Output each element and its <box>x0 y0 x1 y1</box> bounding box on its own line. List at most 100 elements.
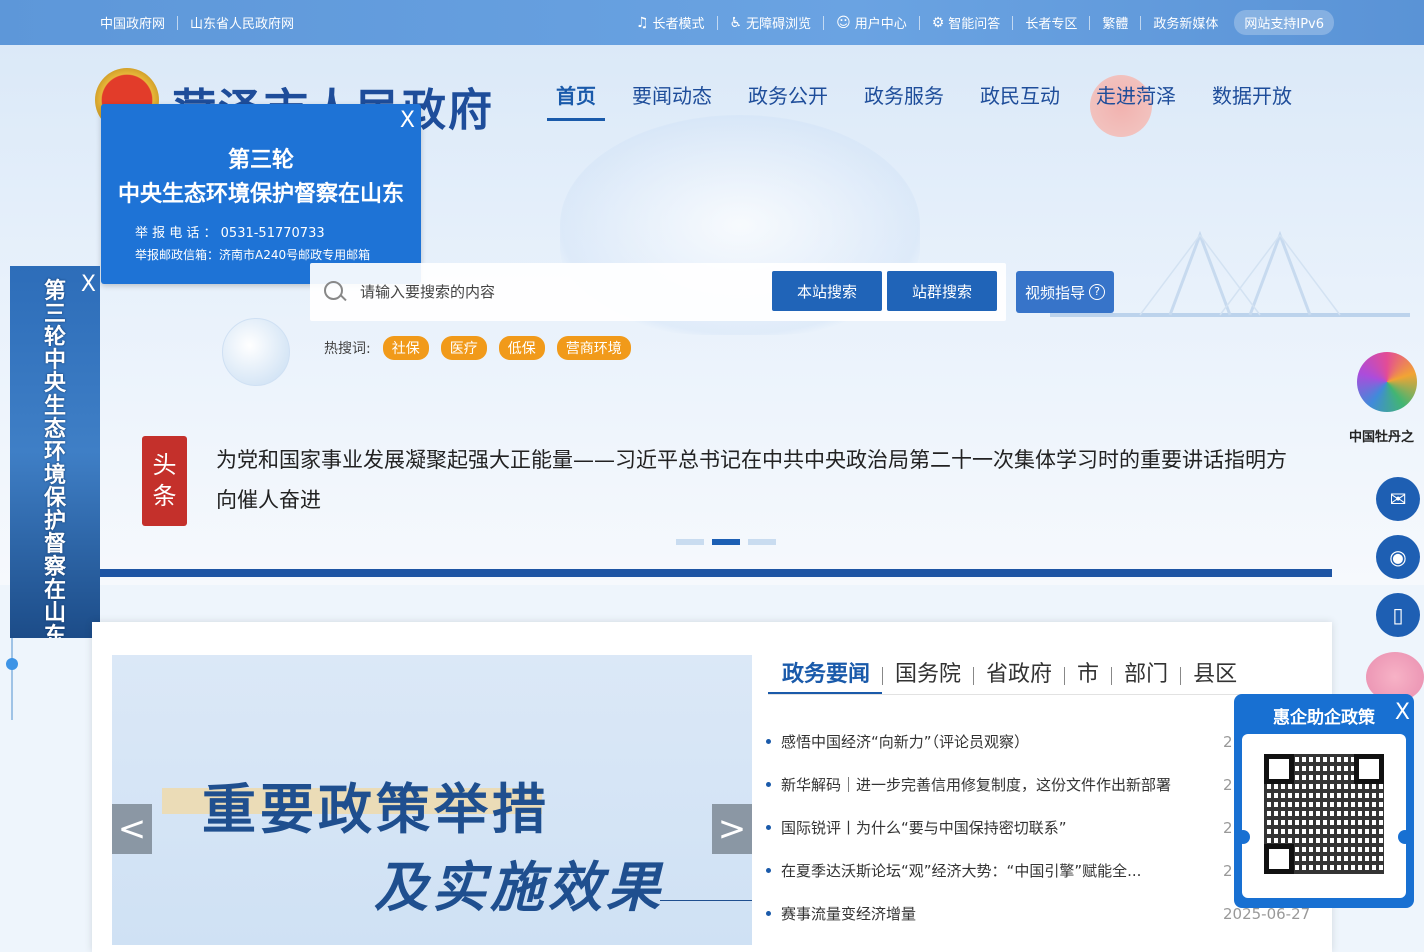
wechat-icon: ✉ <box>1389 487 1407 511</box>
video-guide-button[interactable]: 视频指导? <box>1016 271 1114 313</box>
user-center-label: 用户中心 <box>854 17 907 32</box>
nav-about-heze[interactable]: 走进菏泽 <box>1078 80 1194 120</box>
nav-news[interactable]: 要闻动态 <box>614 80 730 120</box>
tab-province[interactable]: 省政府 <box>974 650 1064 694</box>
top-links-right: ♫ 长者模式 ♿ 无障碍浏览 ☺ 用户中心 ⚙ 智能问答 长者专区 繁體 政务新媒体 网… <box>624 0 1334 45</box>
news-date: 2 <box>1223 861 1233 880</box>
carousel-dot[interactable] <box>676 539 704 545</box>
banner-line2: 及实施效果 <box>374 855 664 919</box>
peony-logo-icon <box>1357 352 1417 412</box>
bullet <box>766 911 771 916</box>
ticket-notch <box>1236 830 1250 844</box>
bullet <box>766 739 771 744</box>
elderly-mode-label: 长者模式 <box>652 17 705 32</box>
carousel-dots <box>676 539 784 545</box>
banner-underline <box>660 900 752 901</box>
tab-counties[interactable]: 县区 <box>1181 650 1249 694</box>
headline-badge: 头条 <box>142 436 187 526</box>
main-nav: 首页 要闻动态 政务公开 政务服务 政民互动 走进菏泽 数据开放 <box>538 80 1310 121</box>
qr-ad-close-button[interactable]: X <box>1395 700 1410 725</box>
tab-city[interactable]: 市 <box>1065 650 1111 694</box>
accessibility-label: 无障碍浏览 <box>746 17 812 32</box>
qr-ticket <box>1236 734 1412 898</box>
carousel-dot[interactable] <box>748 539 776 545</box>
news-date: 2 <box>1223 732 1233 751</box>
elderly-icon: ♫ <box>635 14 649 31</box>
carousel-dot-active[interactable] <box>712 539 740 545</box>
group-search-button[interactable]: 站群搜索 <box>887 271 997 311</box>
hot-tag-medical[interactable]: 医疗 <box>440 336 487 360</box>
nav-home[interactable]: 首页 <box>538 80 614 121</box>
ticket-notch <box>1398 830 1412 844</box>
tab-state-council[interactable]: 国务院 <box>883 650 973 694</box>
news-item[interactable]: 赛事流量变经济增量 2025-06-27 <box>766 892 1310 935</box>
traditional-chinese-link[interactable]: 繁體 <box>1090 13 1140 32</box>
news-item[interactable]: 新华解码｜进一步完善信用修复制度，这份文件作出新部署 2 <box>766 763 1236 806</box>
chevron-left-icon: < <box>117 809 147 849</box>
search-input[interactable] <box>358 279 762 305</box>
news-title: 赛事流量变经济增量 <box>781 905 917 923</box>
ipv6-badge: 网站支持IPv6 <box>1234 10 1334 35</box>
popup-mail: 举报邮政信箱：济南市A240号邮政专用邮箱 <box>135 248 371 262</box>
link-shandong-gov[interactable]: 山东省人民政府网 <box>178 13 306 32</box>
help-icon: ? <box>1089 284 1105 300</box>
user-icon: ☺ <box>836 14 851 31</box>
smart-qa-label: 智能问答 <box>948 17 1001 32</box>
link-gov-cn[interactable]: 中国政府网 <box>100 13 177 32</box>
vertical-inspection-ad[interactable]: X 第三轮中央生态环境保护督察在山东 <box>10 266 100 638</box>
news-item[interactable]: 在夏季达沃斯论坛“观”经济大势：“中国引擎”赋能全... 2 <box>766 849 1236 892</box>
popup-phone: 举 报 电 话 ： 0531-51770733 <box>135 226 325 241</box>
news-item[interactable]: 感悟中国经济“向新力”（评论员观察） 2 <box>766 720 1236 763</box>
banner-prev-button[interactable]: < <box>112 804 152 854</box>
vertical-ad-close-button[interactable]: X <box>81 272 96 297</box>
banner-line1: 重要政策举措 <box>202 777 550 841</box>
elderly-zone-link[interactable]: 长者专区 <box>1013 13 1089 32</box>
popup-close-button[interactable]: X <box>400 108 415 133</box>
qr-ad-title: 惠企助企政策 <box>1273 708 1375 728</box>
nav-gov-service[interactable]: 政务服务 <box>846 80 962 120</box>
gov-new-media-link[interactable]: 政务新媒体 <box>1141 13 1230 32</box>
inspection-popup-ad[interactable]: X 第三轮 中央生态环境保护督察在山东 举 报 电 话 ： 0531-51770… <box>101 104 421 284</box>
top-links-left: 中国政府网 山东省人民政府网 <box>100 0 306 45</box>
bullet <box>766 868 771 873</box>
elderly-mode-link[interactable]: ♫ 长者模式 <box>624 13 717 33</box>
policy-banner[interactable]: 重要政策举措 及实施效果 <box>112 655 752 945</box>
peony-capital-logo[interactable]: 中国牡丹之 <box>1345 352 1424 462</box>
mobile-button[interactable]: ▯ <box>1376 593 1420 637</box>
decorative-orb <box>222 318 290 386</box>
news-tabs: 政务要闻 国务院 省政府 市 部门 县区 <box>768 650 1249 695</box>
bullet <box>766 825 771 830</box>
hot-search-label: 热搜词: <box>324 341 371 357</box>
wechat-button[interactable]: ✉ <box>1376 477 1420 521</box>
section-divider <box>100 569 1332 577</box>
smart-qa-link[interactable]: ⚙ 智能问答 <box>920 13 1013 33</box>
banner-next-button[interactable]: > <box>712 804 752 854</box>
news-title: 新华解码｜进一步完善信用修复制度，这份文件作出新部署 <box>781 776 1172 794</box>
tab-departments[interactable]: 部门 <box>1112 650 1180 694</box>
qr-finder <box>1354 754 1384 784</box>
business-policy-qr-ad[interactable]: 惠企助企政策 X <box>1234 694 1414 908</box>
weibo-button[interactable]: ◉ <box>1376 535 1420 579</box>
hot-tag-subsistence[interactable]: 低保 <box>498 336 545 360</box>
accessibility-link[interactable]: ♿ 无障碍浏览 <box>718 13 824 33</box>
news-date: 2 <box>1223 775 1233 794</box>
mobile-icon: ▯ <box>1392 603 1404 627</box>
search-icon <box>324 281 343 300</box>
bullet <box>766 782 771 787</box>
nav-open-data[interactable]: 数据开放 <box>1194 80 1310 120</box>
popup-line2: 中央生态环境保护督察在山东 <box>117 182 404 207</box>
user-center-link[interactable]: ☺ 用户中心 <box>824 13 919 33</box>
hot-tag-business-env[interactable]: 营商环境 <box>556 336 631 360</box>
site-search-button[interactable]: 本站搜索 <box>772 271 882 311</box>
hot-tag-social-security[interactable]: 社保 <box>382 336 429 360</box>
video-guide-label: 视频指导 <box>1024 283 1085 302</box>
news-title: 在夏季达沃斯论坛“观”经济大势：“中国引擎”赋能全... <box>781 862 1142 880</box>
headline-link[interactable]: 为党和国家事业发展凝聚起强大正能量——习近平总书记在中共中央政治局第二十一次集体… <box>216 440 1296 520</box>
news-item[interactable]: 国际锐评丨为什么“要与中国保持密切联系” 2 <box>766 806 1236 849</box>
hot-search: 热搜词: 社保 医疗 低保 营商环境 <box>324 336 631 360</box>
tab-gov-news[interactable]: 政务要闻 <box>768 650 883 695</box>
accessibility-icon: ♿ <box>729 14 743 31</box>
nav-gov-open[interactable]: 政务公开 <box>730 80 846 120</box>
nav-interaction[interactable]: 政民互动 <box>962 80 1078 120</box>
qr-finder <box>1264 754 1294 784</box>
